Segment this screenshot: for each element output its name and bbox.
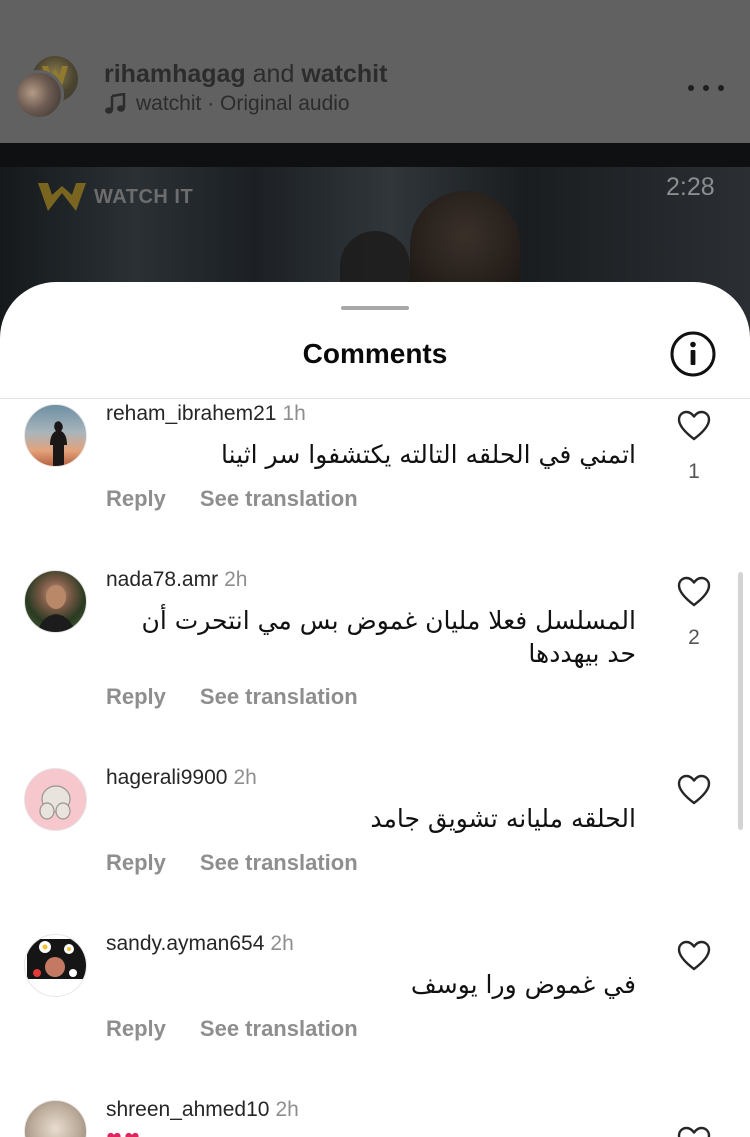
avatar[interactable]	[24, 1100, 87, 1137]
info-circle-icon[interactable]	[669, 330, 717, 378]
comment-username[interactable]: nada78.amr	[106, 568, 218, 591]
heart-icon[interactable]	[677, 940, 711, 972]
post-header: rihamhagag and watchit watchit · Origina…	[0, 0, 750, 143]
comment-username[interactable]: shreen_ahmed10	[106, 1098, 269, 1121]
red-heart-icon	[125, 1132, 139, 1137]
comment-time: 1h	[282, 402, 306, 425]
scrollbar[interactable]	[738, 572, 743, 830]
see-translation-button[interactable]: See translation	[200, 1016, 358, 1042]
audio-info[interactable]: watchit · Original audio	[104, 92, 350, 116]
comment-time: 2h	[270, 932, 294, 955]
collab-avatars[interactable]	[14, 56, 80, 122]
like-count: 2	[688, 626, 700, 649]
avatar[interactable]	[24, 934, 87, 997]
author-name[interactable]: watchit	[301, 60, 387, 88]
comment-time: 2h	[233, 766, 257, 789]
sheet-title: Comments	[302, 338, 448, 369]
audio-label: watchit · Original audio	[136, 92, 350, 115]
avatar[interactable]	[24, 570, 87, 633]
comments-sheet: Comments reham_ibrahem21 1h اتمني في الحل…	[0, 282, 750, 1137]
comment-username[interactable]: sandy.ayman654	[106, 932, 264, 955]
comment-username[interactable]: reham_ibrahem21	[106, 402, 276, 425]
comment-text: في غموض ورا يوسف	[410, 970, 636, 999]
author-name[interactable]: rihamhagag	[104, 60, 246, 88]
drag-handle[interactable]	[341, 306, 409, 310]
video-duration: 2:28	[666, 173, 715, 201]
authors-connector: and	[252, 60, 295, 88]
watermark-text: WATCH IT	[94, 185, 194, 208]
divider	[0, 398, 750, 399]
post-authors[interactable]: rihamhagag and watchit	[104, 60, 387, 89]
comment-text: الحلقه مليانه تشويق جامد	[370, 804, 636, 833]
heart-icon[interactable]	[677, 1126, 711, 1137]
reply-button[interactable]: Reply	[106, 684, 166, 710]
avatar[interactable]	[24, 404, 87, 467]
reply-button[interactable]: Reply	[106, 850, 166, 876]
comment-username[interactable]: hagerali9900	[106, 766, 227, 789]
see-translation-button[interactable]: See translation	[200, 486, 358, 512]
avatar-rihamhagag	[14, 70, 64, 120]
watchit-watermark: WATCH IT	[38, 183, 193, 211]
heart-icon[interactable]	[677, 576, 711, 608]
avatar[interactable]	[24, 768, 87, 831]
see-translation-button[interactable]: See translation	[200, 684, 358, 710]
watchit-logo-icon	[38, 183, 86, 211]
music-note-icon	[105, 93, 126, 114]
reply-button[interactable]: Reply	[106, 1016, 166, 1042]
comment-text: المسلسل فعلا مليان غموض بس مي انتحرت أن …	[141, 606, 636, 668]
comment-time: 2h	[224, 568, 248, 591]
heart-icon[interactable]	[677, 774, 711, 806]
reply-button[interactable]: Reply	[106, 486, 166, 512]
comment-time: 2h	[275, 1098, 299, 1121]
comment-text: اتمني في الحلقه التالته يكتشفوا سر اثينا	[221, 440, 636, 469]
see-translation-button[interactable]: See translation	[200, 850, 358, 876]
heart-icon[interactable]	[677, 410, 711, 442]
more-horizontal-icon[interactable]	[688, 80, 724, 96]
like-count: 1	[688, 460, 700, 483]
red-heart-icon	[107, 1132, 121, 1137]
emoji-hearts	[106, 1132, 140, 1137]
